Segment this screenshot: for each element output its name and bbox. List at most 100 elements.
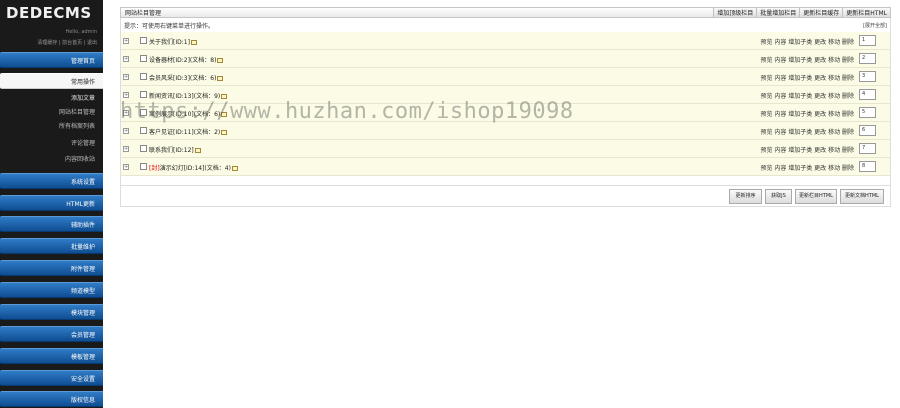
user-links[interactable]: 清理缓存 | 前台首页 | 退出 xyxy=(37,39,97,46)
sidebar-button-home[interactable]: 管理首页 xyxy=(0,52,103,68)
edit-icon[interactable] xyxy=(217,76,224,81)
sort-order-input[interactable]: 5 xyxy=(859,107,876,118)
row-checkbox[interactable] xyxy=(140,37,147,44)
sort-order-input[interactable]: 7 xyxy=(859,143,876,154)
sidebar-menu-item[interactable]: 会员管理 xyxy=(0,326,103,342)
sort-order-input[interactable]: 2 xyxy=(859,53,876,64)
tip-line: 提示：可使用右键菜单进行操作。 [展开全部] xyxy=(120,18,891,32)
row-checkbox[interactable] xyxy=(140,91,147,98)
edit-icon[interactable] xyxy=(221,130,228,135)
category-row: + 新闻资讯[ID:13](文档：9) 预览 内容 增加子类 更改 移动 删除 4 xyxy=(120,86,891,104)
category-prefix: [封] xyxy=(149,165,160,172)
sidebar-menu-item[interactable]: 模块管理 xyxy=(0,304,103,320)
row-operations[interactable]: 预览 内容 增加子类 更改 移动 删除 xyxy=(760,55,854,64)
category-panel: 网站栏目管理 增加顶级栏目 批量增加栏目 更新栏目缓存 更新栏目HTML 提示：… xyxy=(120,7,891,207)
sidebar-subitem[interactable]: 添加文章 xyxy=(0,91,103,104)
sidebar-menu-item[interactable]: 系统设置 xyxy=(0,173,103,189)
expand-icon[interactable]: + xyxy=(123,74,129,80)
category-name[interactable]: 会员风采[ID:3](文档：6) xyxy=(149,73,224,82)
row-checkbox[interactable] xyxy=(140,55,147,62)
row-checkbox[interactable] xyxy=(140,145,147,152)
row-operations[interactable]: 预览 内容 增加子类 更改 移动 删除 xyxy=(760,91,854,100)
category-row: + 设备器材[ID:2](文档：8) 预览 内容 增加子类 更改 移动 删除 2 xyxy=(120,50,891,68)
sort-order-input[interactable]: 8 xyxy=(859,161,876,172)
row-checkbox[interactable] xyxy=(140,109,147,116)
row-operations[interactable]: 预览 内容 增加子类 更改 移动 删除 xyxy=(760,73,854,82)
expand-icon[interactable]: + xyxy=(123,128,129,134)
expand-all-link[interactable]: [展开全部] xyxy=(863,22,887,29)
expand-icon[interactable]: + xyxy=(123,110,129,116)
sidebar-menu-item[interactable]: 模板管理 xyxy=(0,348,103,364)
category-row: + 会员风采[ID:3](文档：6) 预览 内容 增加子类 更改 移动 删除 3 xyxy=(120,68,891,86)
batch-add-category-button[interactable]: 批量增加栏目 xyxy=(756,8,800,17)
footer-actions: 更新排序 获取JS 更新栏目HTML 更新文档HTML xyxy=(120,186,891,207)
category-row: + [封]演示幻灯[ID:14](文档：4) 预览 内容 增加子类 更改 移动 删除… xyxy=(120,158,891,176)
category-label[interactable]: 演示幻灯[ID:14](文档：4) xyxy=(160,165,231,172)
logo: DEDECMS xyxy=(6,4,92,22)
update-category-html-button[interactable]: 更新栏目HTML xyxy=(842,8,890,17)
edit-icon[interactable] xyxy=(190,40,197,45)
row-operations[interactable]: 预览 内容 增加子类 更改 移动 删除 xyxy=(760,109,854,118)
expand-icon[interactable]: + xyxy=(123,146,129,152)
category-list: + 关于我们[ID:1] 预览 内容 增加子类 更改 移动 删除 1 + 设备器材[ID:… xyxy=(120,32,891,176)
category-name[interactable]: 联系我们[ID:12] xyxy=(149,145,201,154)
category-row: + 客户见证[ID:11](文档：2) 预览 内容 增加子类 更改 移动 删除 6 xyxy=(120,122,891,140)
update-sort-button[interactable]: 更新排序 xyxy=(729,188,762,204)
edit-icon[interactable] xyxy=(217,58,224,63)
sidebar-menu-item[interactable]: 版权信息 xyxy=(0,391,103,407)
sidebar-button-common[interactable]: 常用操作 xyxy=(0,73,103,89)
category-row: + 关于我们[ID:1] 预览 内容 增加子类 更改 移动 删除 1 xyxy=(120,32,891,50)
category-name[interactable]: 新闻资讯[ID:13](文档：9) xyxy=(149,91,228,100)
sort-order-input[interactable]: 6 xyxy=(859,125,876,136)
category-label[interactable]: 联系我们[ID:12] xyxy=(149,147,194,154)
category-label[interactable]: 设备器材[ID:2](文档：8) xyxy=(149,57,216,64)
category-name[interactable]: 客户见证[ID:11](文档：2) xyxy=(149,127,228,136)
edit-icon[interactable] xyxy=(221,112,228,117)
row-checkbox[interactable] xyxy=(140,73,147,80)
sidebar-subitem[interactable]: 评论管理 xyxy=(0,136,103,149)
expand-icon[interactable]: + xyxy=(123,56,129,62)
category-label[interactable]: 新闻资讯[ID:13](文档：9) xyxy=(149,93,220,100)
update-category-cache-button[interactable]: 更新栏目缓存 xyxy=(799,8,843,17)
add-top-category-button[interactable]: 增加顶级栏目 xyxy=(713,8,757,17)
sort-order-input[interactable]: 3 xyxy=(859,71,876,82)
edit-icon[interactable] xyxy=(231,166,238,171)
category-name[interactable]: [封]演示幻灯[ID:14](文档：4) xyxy=(149,163,238,172)
sort-order-input[interactable]: 4 xyxy=(859,89,876,100)
category-name[interactable]: 关于我们[ID:1] xyxy=(149,37,197,46)
toolbar: 增加顶级栏目 批量增加栏目 更新栏目缓存 更新栏目HTML xyxy=(713,8,890,17)
update-document-html-button[interactable]: 更新文档HTML xyxy=(840,188,884,204)
category-label[interactable]: 会员风采[ID:3](文档：6) xyxy=(149,75,216,82)
row-checkbox[interactable] xyxy=(140,163,147,170)
sidebar-menu-item[interactable]: 频道模型 xyxy=(0,282,103,298)
expand-icon[interactable]: + xyxy=(123,38,129,44)
row-operations[interactable]: 预览 内容 增加子类 更改 移动 删除 xyxy=(760,145,854,154)
sidebar-menu-item[interactable]: 安全设置 xyxy=(0,370,103,386)
sidebar-menu-item[interactable]: HTML更新 xyxy=(0,195,103,211)
row-operations[interactable]: 预览 内容 增加子类 更改 移动 删除 xyxy=(760,127,854,136)
row-operations[interactable]: 预览 内容 增加子类 更改 移动 删除 xyxy=(760,37,854,46)
sidebar-subitem[interactable]: 内容回收站 xyxy=(0,152,103,165)
category-row: + 联系我们[ID:12] 预览 内容 增加子类 更改 移动 删除 7 xyxy=(120,140,891,158)
category-name[interactable]: 案例展示[ID:10](文档：6) xyxy=(149,109,228,118)
sidebar-menu-item[interactable]: 辅助插件 xyxy=(0,216,103,232)
edit-icon[interactable] xyxy=(221,94,228,99)
sidebar-subitem[interactable]: 网站栏目管理 xyxy=(0,105,103,118)
category-label[interactable]: 案例展示[ID:10](文档：6) xyxy=(149,111,220,118)
row-checkbox[interactable] xyxy=(140,127,147,134)
category-label[interactable]: 关于我们[ID:1] xyxy=(149,39,190,46)
expand-icon[interactable]: + xyxy=(123,92,129,98)
edit-icon[interactable] xyxy=(194,148,201,153)
category-name[interactable]: 设备器材[ID:2](文档：8) xyxy=(149,55,224,64)
sidebar-subitem[interactable]: 所有档案列表 xyxy=(0,119,103,132)
panel-header: 网站栏目管理 增加顶级栏目 批量增加栏目 更新栏目缓存 更新栏目HTML xyxy=(120,7,891,18)
sidebar-menu-item[interactable]: 批量维护 xyxy=(0,238,103,254)
category-label[interactable]: 客户见证[ID:11](文档：2) xyxy=(149,129,220,136)
row-operations[interactable]: 预览 内容 增加子类 更改 移动 删除 xyxy=(760,163,854,172)
sort-order-input[interactable]: 1 xyxy=(859,35,876,46)
update-category-html-footer-button[interactable]: 更新栏目HTML xyxy=(795,188,837,204)
expand-icon[interactable]: + xyxy=(123,164,129,170)
get-js-button[interactable]: 获取JS xyxy=(765,188,792,204)
sidebar: DEDECMS Hello, admin 清理缓存 | 前台首页 | 退出 管理… xyxy=(0,0,103,408)
sidebar-menu-item[interactable]: 附件管理 xyxy=(0,260,103,276)
